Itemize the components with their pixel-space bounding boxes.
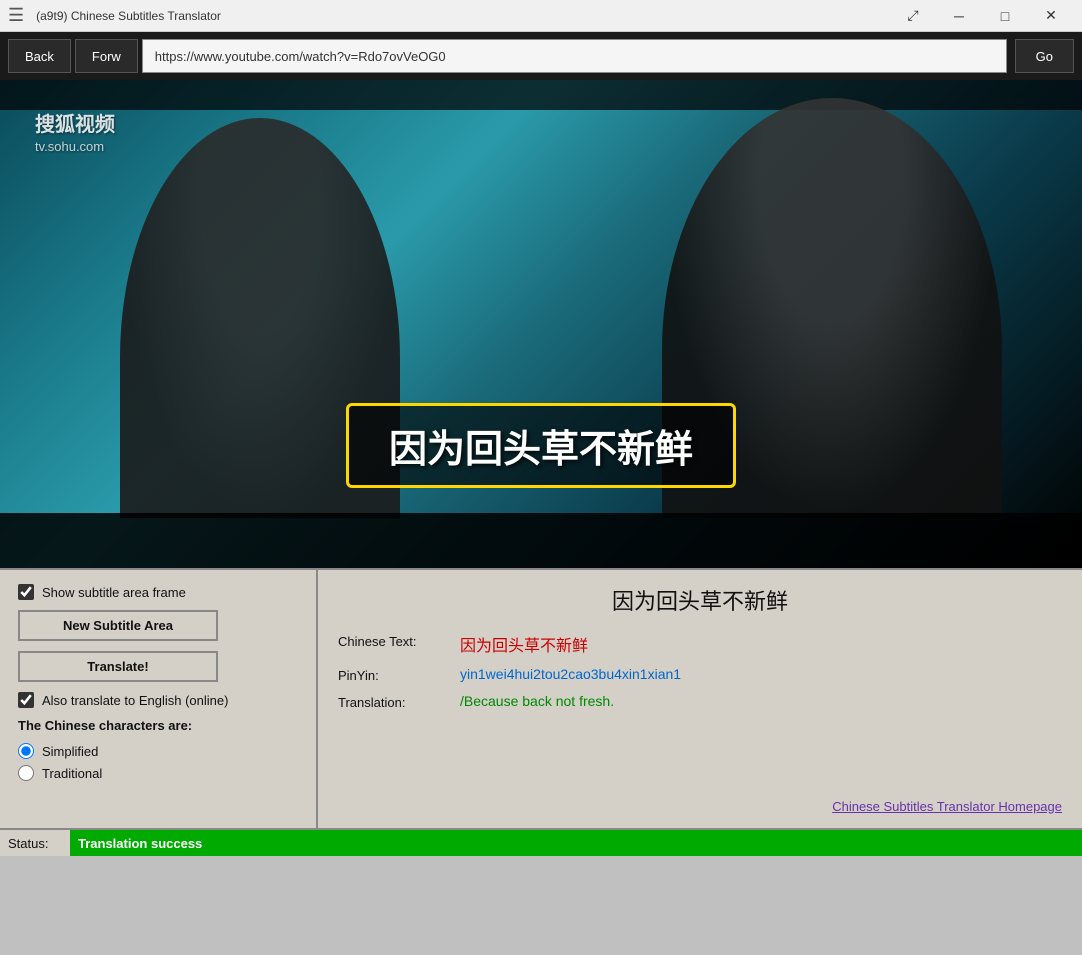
watermark-line2: tv.sohu.com xyxy=(35,139,115,154)
video-area: 搜狐视频 tv.sohu.com 因为回头草不新鲜 xyxy=(0,80,1082,568)
url-bar[interactable] xyxy=(142,39,1007,73)
chinese-text-row: Chinese Text: 因为回头草不新鲜 xyxy=(338,632,1062,656)
translation-value: /Because back not fresh. xyxy=(460,693,1062,709)
restore-icon-btn[interactable]: ⤢ xyxy=(890,0,936,32)
translation-row: Translation: /Because back not fresh. xyxy=(338,693,1062,710)
pinyin-row: PinYin: yin1wei4hui2tou2cao3bu4xin1xian1 xyxy=(338,666,1062,683)
traditional-row: Traditional xyxy=(18,765,298,781)
menu-icon[interactable]: ☰ xyxy=(8,5,24,26)
status-value: Translation success xyxy=(70,830,1082,856)
forward-button[interactable]: Forw xyxy=(75,39,138,73)
traditional-radio[interactable] xyxy=(18,765,34,781)
window-controls: ⤢ ─ □ ✕ xyxy=(890,0,1074,32)
watermark-line1: 搜狐视频 xyxy=(35,108,115,137)
show-subtitle-row: Show subtitle area frame xyxy=(18,584,298,600)
subtitle-overlay: 因为回头草不新鲜 xyxy=(346,403,736,488)
new-subtitle-area-button[interactable]: New Subtitle Area xyxy=(18,610,218,641)
simplified-label: Simplified xyxy=(42,744,98,759)
result-title: 因为回头草不新鲜 xyxy=(338,584,1062,616)
status-bar: Status: Translation success xyxy=(0,828,1082,856)
video-bottom-bar xyxy=(0,513,1082,568)
watermark: 搜狐视频 tv.sohu.com xyxy=(35,108,115,154)
controls-panel: Show subtitle area frame New Subtitle Ar… xyxy=(0,568,1082,828)
show-subtitle-label: Show subtitle area frame xyxy=(42,585,186,600)
homepage-link[interactable]: Chinese Subtitles Translator Homepage xyxy=(338,799,1062,814)
also-translate-label: Also translate to English (online) xyxy=(42,693,228,708)
maximize-button[interactable]: □ xyxy=(982,0,1028,32)
pinyin-label: PinYin: xyxy=(338,666,448,683)
video-top-bar xyxy=(0,80,1082,110)
go-button[interactable]: Go xyxy=(1015,39,1074,73)
pinyin-value: yin1wei4hui2tou2cao3bu4xin1xian1 xyxy=(460,666,1062,682)
traditional-label: Traditional xyxy=(42,766,102,781)
close-icon: ✕ xyxy=(1045,7,1057,24)
simplified-row: Simplified xyxy=(18,743,298,759)
nav-bar: Back Forw Go xyxy=(0,32,1082,80)
chinese-text-value: 因为回头草不新鲜 xyxy=(460,632,1062,656)
simplified-radio[interactable] xyxy=(18,743,34,759)
left-panel: Show subtitle area frame New Subtitle Ar… xyxy=(0,570,318,828)
minimize-button[interactable]: ─ xyxy=(936,0,982,32)
video-background: 搜狐视频 tv.sohu.com 因为回头草不新鲜 xyxy=(0,80,1082,568)
back-button[interactable]: Back xyxy=(8,39,71,73)
char-type-label: The Chinese characters are: xyxy=(18,718,298,733)
maximize-icon: □ xyxy=(1001,8,1009,24)
right-panel: 因为回头草不新鲜 Chinese Text: 因为回头草不新鲜 PinYin: … xyxy=(318,570,1082,828)
char-type-radio-group: Simplified Traditional xyxy=(18,743,298,781)
chinese-text-label: Chinese Text: xyxy=(338,632,448,649)
video-subtitle-text: 因为回头草不新鲜 xyxy=(389,429,693,471)
also-translate-row: Also translate to English (online) xyxy=(18,692,298,708)
also-translate-checkbox[interactable] xyxy=(18,692,34,708)
restore-icon: ⤢ xyxy=(907,7,918,24)
translation-label: Translation: xyxy=(338,693,448,710)
translate-button[interactable]: Translate! xyxy=(18,651,218,682)
status-label: Status: xyxy=(0,836,70,851)
title-bar: ☰ (a9t9) Chinese Subtitles Translator ⤢ … xyxy=(0,0,1082,32)
show-subtitle-checkbox[interactable] xyxy=(18,584,34,600)
app-title: (a9t9) Chinese Subtitles Translator xyxy=(36,9,890,23)
close-button[interactable]: ✕ xyxy=(1028,0,1074,32)
minimize-icon: ─ xyxy=(954,8,964,24)
